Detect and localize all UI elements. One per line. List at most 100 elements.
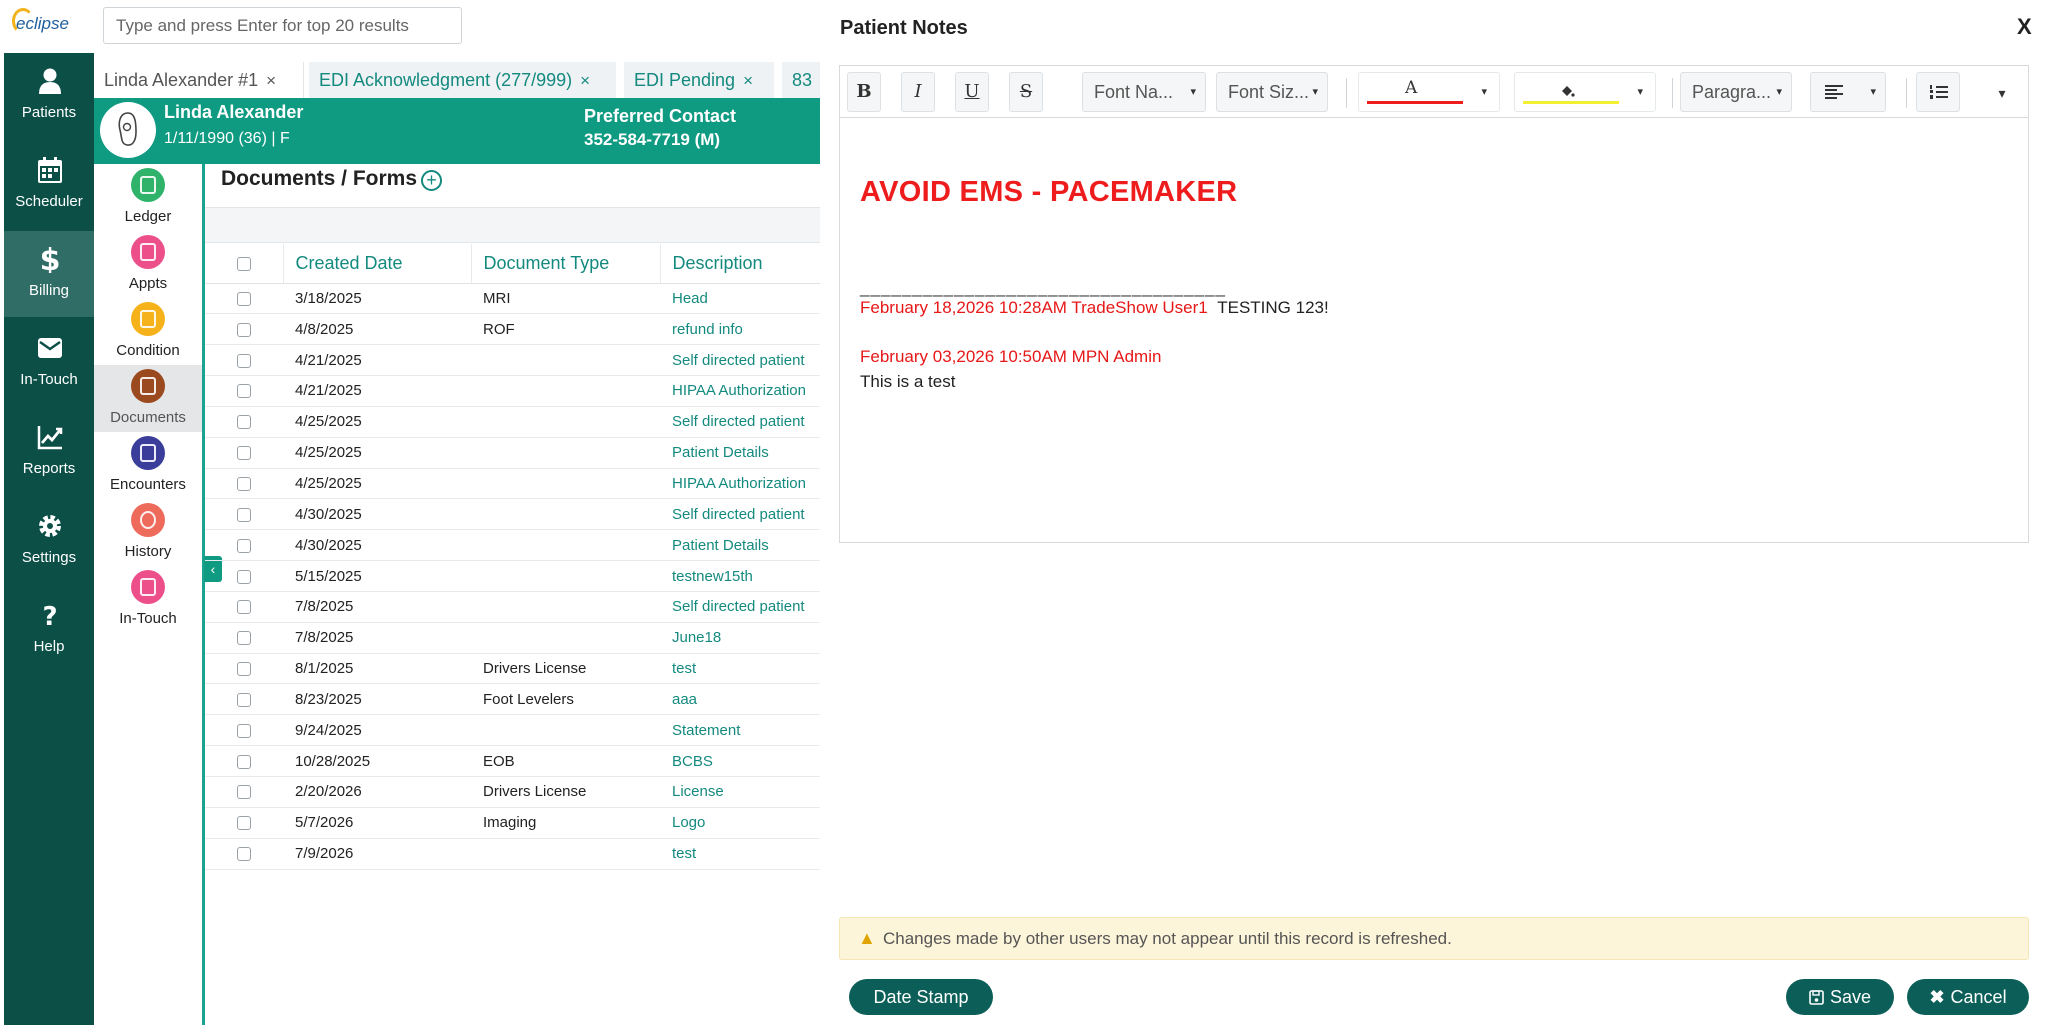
row-description-link[interactable]: aaa bbox=[660, 683, 820, 716]
row-checkbox[interactable] bbox=[237, 723, 251, 738]
select-all-checkbox[interactable] bbox=[237, 257, 251, 271]
underline-button[interactable]: U bbox=[955, 72, 989, 112]
row-checkbox[interactable] bbox=[237, 600, 251, 615]
table-row[interactable]: 10/28/2025 EOB BCBS bbox=[205, 745, 820, 777]
subnav-encounters[interactable]: Encounters bbox=[94, 432, 202, 499]
row-description-link[interactable]: Self directed patient bbox=[660, 498, 820, 531]
align-select[interactable]: ▾ bbox=[1810, 72, 1886, 112]
table-row[interactable]: 4/25/2025 Patient Details bbox=[205, 437, 820, 469]
table-row[interactable]: 2/20/2026 Drivers License License bbox=[205, 776, 820, 808]
row-description-link[interactable]: Patient Details bbox=[660, 529, 820, 562]
strikethrough-button[interactable]: S bbox=[1009, 72, 1043, 112]
row-description-link[interactable]: Logo bbox=[660, 807, 820, 839]
col-created-date[interactable]: Created Date bbox=[283, 244, 472, 284]
table-row[interactable]: 4/21/2025 HIPAA Authorization bbox=[205, 375, 820, 407]
tab-close-icon[interactable]: × bbox=[580, 71, 590, 90]
tab-edi-pending[interactable]: EDI Pending × bbox=[624, 62, 774, 98]
table-row[interactable]: 4/30/2025 Patient Details bbox=[205, 529, 820, 562]
row-description-link[interactable]: HIPAA Authorization bbox=[660, 468, 820, 500]
table-row[interactable]: 5/7/2026 Imaging Logo bbox=[205, 807, 820, 839]
subnav-history[interactable]: History bbox=[94, 499, 202, 566]
row-description-link[interactable]: BCBS bbox=[660, 745, 820, 777]
nav-help[interactable]: ? Help bbox=[4, 587, 94, 673]
row-checkbox[interactable] bbox=[237, 785, 251, 800]
row-description-link[interactable]: test bbox=[660, 653, 820, 685]
row-checkbox[interactable] bbox=[237, 446, 251, 461]
table-row[interactable]: 4/30/2025 Self directed patient bbox=[205, 498, 820, 531]
modal-close-button[interactable]: X bbox=[2017, 14, 2032, 40]
row-checkbox[interactable] bbox=[237, 631, 251, 646]
nav-settings[interactable]: Settings bbox=[4, 498, 94, 584]
row-description-link[interactable]: Patient Details bbox=[660, 437, 820, 469]
table-row[interactable]: 4/21/2025 Self directed patient bbox=[205, 344, 820, 377]
col-document-type[interactable]: Document Type bbox=[471, 244, 661, 284]
cancel-button[interactable]: ✖ Cancel bbox=[1907, 979, 2029, 1015]
ordered-list-button[interactable] bbox=[1916, 72, 1960, 112]
row-description-link[interactable]: Head bbox=[660, 283, 820, 315]
tab-close-icon[interactable]: × bbox=[266, 71, 276, 90]
nav-in-touch[interactable]: In-Touch bbox=[4, 320, 94, 406]
save-button[interactable]: Save bbox=[1786, 979, 1894, 1015]
patient-avatar[interactable] bbox=[100, 102, 156, 158]
row-checkbox[interactable] bbox=[237, 662, 251, 677]
table-row[interactable]: 7/8/2025 Self directed patient bbox=[205, 591, 820, 623]
row-checkbox[interactable] bbox=[237, 538, 251, 553]
tab-edi-acknowledgment[interactable]: EDI Acknowledgment (277/999) × bbox=[309, 62, 616, 98]
row-description-link[interactable]: Statement bbox=[660, 714, 820, 747]
global-search-input[interactable] bbox=[103, 7, 462, 44]
table-row[interactable]: 3/18/2025 MRI Head bbox=[205, 283, 820, 315]
paragraph-format-select[interactable]: Paragra... ▾ bbox=[1680, 72, 1792, 112]
subnav-ledger[interactable]: Ledger bbox=[94, 164, 202, 231]
tab-overflow[interactable]: 83 bbox=[782, 62, 820, 98]
row-checkbox[interactable] bbox=[237, 507, 251, 522]
tab-close-icon[interactable]: × bbox=[743, 71, 753, 90]
row-checkbox[interactable] bbox=[237, 477, 251, 492]
subnav-documents[interactable]: Documents bbox=[94, 365, 202, 432]
font-color-button[interactable]: A ▾ bbox=[1358, 72, 1500, 112]
table-row[interactable]: 9/24/2025 Statement bbox=[205, 714, 820, 747]
row-description-link[interactable]: Self directed patient bbox=[660, 591, 820, 623]
subnav-appts[interactable]: Appts bbox=[94, 231, 202, 298]
row-checkbox[interactable] bbox=[237, 322, 251, 337]
row-checkbox[interactable] bbox=[237, 816, 251, 831]
nav-billing[interactable]: $ Billing bbox=[4, 231, 94, 317]
row-checkbox[interactable] bbox=[237, 291, 251, 306]
row-checkbox[interactable] bbox=[237, 692, 251, 707]
table-row[interactable]: 4/8/2025 ROF refund info bbox=[205, 313, 820, 346]
table-row[interactable]: 8/1/2025 Drivers License test bbox=[205, 653, 820, 685]
row-description-link[interactable]: Self directed patient bbox=[660, 344, 820, 377]
col-description[interactable]: Description bbox=[660, 244, 821, 284]
subnav-condition[interactable]: Condition bbox=[94, 298, 202, 365]
row-description-link[interactable]: testnew15th bbox=[660, 560, 820, 592]
app-logo[interactable]: eclipse bbox=[4, 0, 94, 53]
font-size-select[interactable]: Font Siz... ▾ bbox=[1216, 72, 1328, 112]
highlight-color-button[interactable]: ▾ bbox=[1514, 72, 1656, 112]
more-tools-button[interactable]: ▾ bbox=[1980, 72, 2024, 112]
row-description-link[interactable]: test bbox=[660, 838, 820, 870]
nav-reports[interactable]: Reports bbox=[4, 409, 94, 495]
add-document-button[interactable]: + bbox=[421, 170, 442, 191]
date-stamp-button[interactable]: Date Stamp bbox=[849, 979, 993, 1015]
table-row[interactable]: 7/8/2025 June18 bbox=[205, 622, 820, 654]
row-checkbox[interactable] bbox=[237, 353, 251, 368]
row-description-link[interactable]: June18 bbox=[660, 622, 820, 654]
subnav-in-touch[interactable]: In-Touch bbox=[94, 566, 202, 633]
row-description-link[interactable]: Self directed patient bbox=[660, 406, 820, 438]
table-row[interactable]: 4/25/2025 HIPAA Authorization bbox=[205, 468, 820, 500]
table-row[interactable]: 5/15/2025 testnew15th bbox=[205, 560, 820, 592]
table-row[interactable]: 4/25/2025 Self directed patient bbox=[205, 406, 820, 438]
row-description-link[interactable]: HIPAA Authorization bbox=[660, 375, 820, 407]
row-checkbox[interactable] bbox=[237, 847, 251, 862]
row-description-link[interactable]: License bbox=[660, 776, 820, 808]
row-checkbox[interactable] bbox=[237, 569, 251, 584]
row-checkbox[interactable] bbox=[237, 754, 251, 769]
row-checkbox[interactable] bbox=[237, 415, 251, 430]
nav-scheduler[interactable]: Scheduler bbox=[4, 142, 94, 228]
row-checkbox[interactable] bbox=[237, 384, 251, 399]
preferred-contact-phone[interactable]: 352-584-7719 (M) bbox=[584, 130, 720, 150]
tab-linda-alexander[interactable]: Linda Alexander #1 × bbox=[94, 62, 304, 98]
row-description-link[interactable]: refund info bbox=[660, 313, 820, 346]
nav-patients[interactable]: Patients bbox=[4, 53, 94, 139]
font-name-select[interactable]: Font Na... ▾ bbox=[1082, 72, 1206, 112]
bold-button[interactable]: B bbox=[847, 72, 881, 112]
